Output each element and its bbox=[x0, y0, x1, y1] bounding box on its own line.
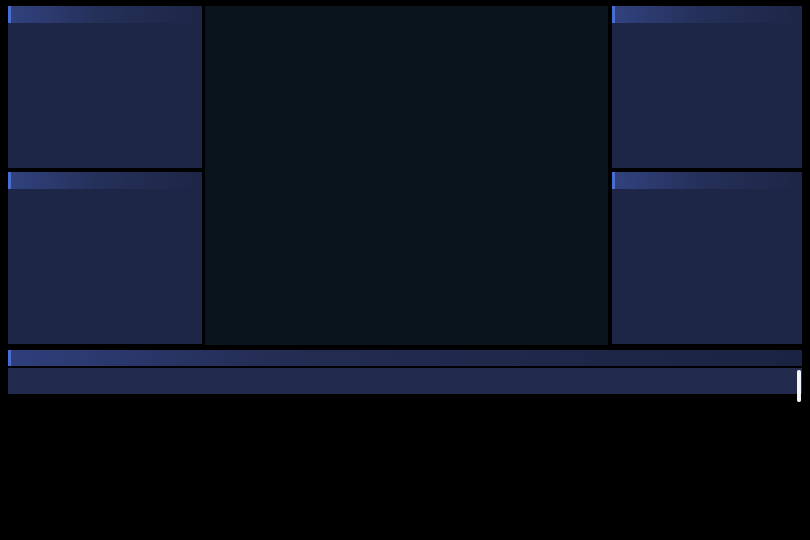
exceed-count-chart[interactable] bbox=[612, 6, 802, 168]
panel-monthly-water-quality bbox=[8, 6, 202, 168]
donut-hole bbox=[37, 53, 99, 115]
station-map[interactable] bbox=[205, 6, 608, 345]
header-accent-bar bbox=[8, 350, 11, 366]
table-scrollbar-thumb[interactable] bbox=[797, 370, 801, 402]
annual-bar-chart[interactable] bbox=[8, 172, 202, 344]
table-header-row bbox=[8, 368, 802, 394]
panel-header bbox=[8, 6, 202, 23]
exceed-rate-chart[interactable] bbox=[612, 172, 802, 344]
water-quality-dashboard bbox=[0, 0, 810, 540]
header-accent-bar bbox=[8, 6, 11, 23]
table-title-bar bbox=[8, 350, 802, 366]
panel-annual-exceed-count bbox=[612, 6, 802, 168]
station-report-table bbox=[8, 350, 802, 524]
panel-annual-water-quality bbox=[8, 172, 202, 344]
panel-exceed-rate bbox=[612, 172, 802, 344]
